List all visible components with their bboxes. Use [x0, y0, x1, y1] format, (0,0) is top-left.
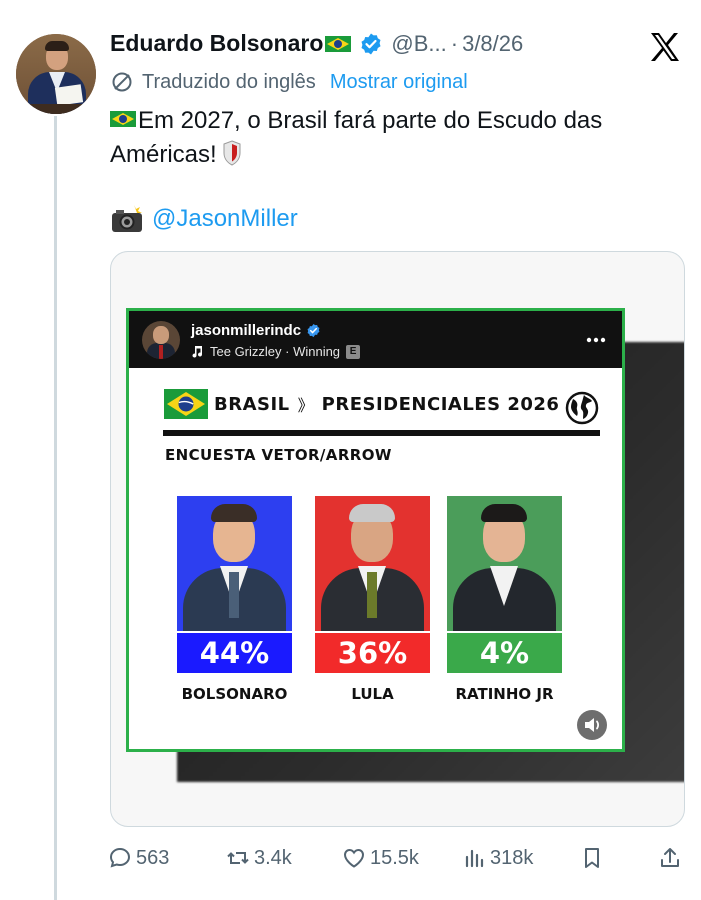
poll-title-row: BRASIL 》 PRESIDENCIALES 2026 [164, 389, 559, 419]
tweet-text-line-1: Em 2027, o Brasil fará parte do Escudo d… [138, 107, 603, 134]
show-original-link[interactable]: Mostrar original [330, 71, 468, 94]
repost-button[interactable]: 3.4k [226, 840, 292, 876]
share-icon [661, 848, 679, 867]
tweet-actions: 563 3.4k 15.5k 318k [108, 840, 688, 876]
instagram-header: jasonmillerindc Tee Grizzley · Winning E [129, 311, 622, 368]
music-note-icon [192, 346, 203, 358]
like-button[interactable]: 15.5k [342, 840, 419, 876]
author-avatar[interactable] [16, 34, 96, 114]
candidate-ratinho-jr: 4% RATINHO JR [447, 496, 562, 703]
instagram-music-label: Tee Grizzley · Winning [210, 344, 341, 359]
repost-icon [227, 852, 249, 864]
reply-count: 563 [136, 846, 170, 869]
bookmark-icon [585, 848, 599, 868]
poll-title-country: BRASIL [214, 393, 290, 415]
verified-badge-icon[interactable] [359, 32, 383, 56]
views-button[interactable]: 318k [462, 840, 533, 876]
x-logo-icon[interactable] [648, 30, 682, 64]
tweet-date[interactable]: 3/8/26 [462, 31, 523, 57]
candidate-name: RATINHO JR [455, 685, 554, 703]
candidate-photo [447, 496, 562, 631]
brazil-flag-icon [325, 35, 352, 52]
repost-count: 3.4k [254, 846, 292, 869]
photo-credit-row: @JasonMiller [110, 204, 298, 234]
candidate-bolsonaro: 44% BOLSONARO [177, 496, 292, 703]
candidate-percent: 4% [447, 633, 562, 673]
chevron-separator: 》 [297, 396, 314, 415]
shield-icon [223, 140, 241, 166]
poll-subtitle: ENCUESTA VETOR/ARROW [165, 446, 392, 464]
explicit-badge: E [346, 344, 361, 359]
tweet-text: Em 2027, o Brasil fará parte do Escudo d… [110, 104, 680, 172]
globe-icon [565, 391, 599, 425]
candidate-photo [315, 496, 430, 631]
heart-icon [343, 848, 365, 868]
author-handle[interactable]: @B... [391, 31, 446, 57]
thread-line [54, 116, 57, 900]
candidate-percent: 36% [315, 633, 430, 673]
tweet-text-line-2: Américas! [110, 141, 217, 168]
instagram-username: jasonmillerindc [191, 322, 302, 339]
tweet-header: Eduardo Bolsonaro @B... · 3/8/26 [110, 30, 523, 57]
reply-icon [109, 847, 131, 868]
views-count: 318k [490, 846, 534, 869]
translate-icon [112, 72, 132, 92]
share-button[interactable] [658, 840, 686, 876]
reply-button[interactable]: 563 [108, 840, 169, 876]
instagram-music-row: Tee Grizzley · Winning E [191, 344, 361, 359]
candidate-photo [177, 496, 292, 631]
candidate-name: LULA [351, 685, 394, 703]
views-chart-icon [465, 849, 484, 868]
mention-link[interactable]: @JasonMiller [152, 205, 298, 233]
more-options-icon [586, 337, 606, 343]
separator-dot: · [450, 30, 459, 56]
candidate-percent: 44% [177, 633, 292, 673]
instagram-verified-icon [307, 323, 320, 338]
translated-label: Traduzido do inglês [142, 70, 316, 93]
instagram-username-row: jasonmillerindc [191, 322, 321, 339]
camera-flash-icon [112, 205, 142, 232]
title-underline [163, 430, 600, 436]
candidate-name: BOLSONARO [181, 685, 288, 703]
poll-title-election: PRESIDENCIALES 2026 [321, 393, 560, 415]
candidate-lula: 36% LULA [315, 496, 430, 703]
author-name[interactable]: Eduardo Bolsonaro [110, 30, 323, 57]
brazil-flag-icon [164, 389, 208, 419]
instagram-avatar [142, 321, 180, 359]
media-card[interactable]: jasonmillerindc Tee Grizzley · Winning E… [110, 251, 685, 827]
brazil-flag-icon [110, 111, 136, 127]
sound-toggle-icon[interactable] [576, 709, 608, 741]
translation-row: Traduzido do inglês Mostrar original [110, 70, 468, 94]
bookmark-button[interactable] [580, 840, 608, 876]
embedded-post-image: jasonmillerindc Tee Grizzley · Winning E… [126, 308, 625, 752]
like-count: 15.5k [370, 846, 419, 869]
